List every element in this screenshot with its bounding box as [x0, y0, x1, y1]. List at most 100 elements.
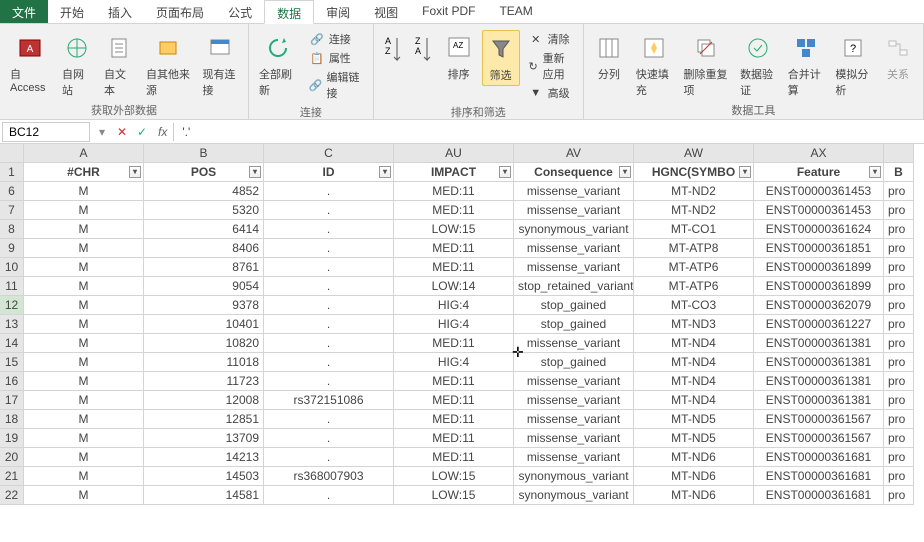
cell[interactable]: M	[24, 448, 144, 467]
cell[interactable]: MED:11	[394, 429, 514, 448]
row-header[interactable]: 22	[0, 486, 24, 505]
cell[interactable]: pro	[884, 201, 914, 220]
from-text-button[interactable]: 自文本	[100, 30, 138, 100]
cell[interactable]: .	[264, 315, 394, 334]
filter-arrow-icon[interactable]: ▾	[249, 166, 261, 178]
cell[interactable]: M	[24, 182, 144, 201]
tab-data[interactable]: 数据	[264, 0, 314, 24]
cell[interactable]: 9378	[144, 296, 264, 315]
col-header[interactable]	[884, 144, 914, 163]
cell[interactable]: .	[264, 486, 394, 505]
tab-file[interactable]: 文件	[0, 0, 48, 23]
tab-team[interactable]: TEAM	[487, 0, 544, 23]
cell[interactable]: ENST00000361453	[754, 201, 884, 220]
cell[interactable]: ENST00000362079	[754, 296, 884, 315]
row-header[interactable]: 11	[0, 277, 24, 296]
cell[interactable]: 14503	[144, 467, 264, 486]
cell[interactable]: ENST00000361851	[754, 239, 884, 258]
cell[interactable]: LOW:15	[394, 467, 514, 486]
row-header[interactable]: 1	[0, 163, 24, 182]
refresh-all-button[interactable]: 全部刷新	[255, 30, 301, 100]
cell[interactable]: MT-ATP8	[634, 239, 754, 258]
text-to-cols-button[interactable]: 分列	[590, 30, 628, 84]
tab-layout[interactable]: 页面布局	[144, 0, 216, 23]
namebox-dropdown[interactable]: ▾	[92, 125, 112, 139]
filter-button[interactable]: 筛选	[482, 30, 520, 86]
cell[interactable]: MED:11	[394, 239, 514, 258]
column-name[interactable]: IMPACT▾	[394, 163, 514, 182]
cell[interactable]: missense_variant	[514, 239, 634, 258]
cell[interactable]: MT-ND2	[634, 201, 754, 220]
cell[interactable]: ENST00000361567	[754, 410, 884, 429]
cell[interactable]: 8406	[144, 239, 264, 258]
cell[interactable]: HIG:4	[394, 315, 514, 334]
row-header[interactable]: 10	[0, 258, 24, 277]
tab-home[interactable]: 开始	[48, 0, 96, 23]
cell[interactable]: .	[264, 334, 394, 353]
cell[interactable]: ENST00000361681	[754, 448, 884, 467]
cell[interactable]: LOW:14	[394, 277, 514, 296]
col-header[interactable]: AX	[754, 144, 884, 163]
cell[interactable]: MT-CO1	[634, 220, 754, 239]
column-name[interactable]: Consequence▾	[514, 163, 634, 182]
existing-conn-button[interactable]: 现有连接	[198, 30, 242, 100]
cell[interactable]: ENST00000361567	[754, 429, 884, 448]
relations-button[interactable]: 关系	[879, 30, 917, 84]
filter-arrow-icon[interactable]: ▾	[129, 166, 141, 178]
cell[interactable]: M	[24, 429, 144, 448]
row-header[interactable]: 17	[0, 391, 24, 410]
cell[interactable]: rs368007903	[264, 467, 394, 486]
cell[interactable]: MED:11	[394, 182, 514, 201]
column-name[interactable]: POS▾	[144, 163, 264, 182]
row-header[interactable]: 9	[0, 239, 24, 258]
column-name[interactable]: HGNC(SYMBO▾	[634, 163, 754, 182]
cell[interactable]: MT-ATP6	[634, 258, 754, 277]
column-name[interactable]: B	[884, 163, 914, 182]
row-header[interactable]: 8	[0, 220, 24, 239]
cell[interactable]: M	[24, 315, 144, 334]
cell[interactable]: pro	[884, 182, 914, 201]
cell[interactable]: .	[264, 277, 394, 296]
cell[interactable]: 11018	[144, 353, 264, 372]
filter-arrow-icon[interactable]: ▾	[379, 166, 391, 178]
cell[interactable]: M	[24, 296, 144, 315]
cell[interactable]: missense_variant	[514, 372, 634, 391]
remove-dup-button[interactable]: 删除重复项	[680, 30, 733, 100]
cell[interactable]: 13709	[144, 429, 264, 448]
cell[interactable]: M	[24, 258, 144, 277]
cell[interactable]: MT-ND4	[634, 372, 754, 391]
edit-links-button[interactable]: 🔗编辑链接	[305, 68, 367, 102]
cell[interactable]: pro	[884, 239, 914, 258]
col-header[interactable]: B	[144, 144, 264, 163]
cell[interactable]: M	[24, 467, 144, 486]
cell[interactable]: pro	[884, 372, 914, 391]
cell[interactable]: MT-ND3	[634, 315, 754, 334]
cell[interactable]: MED:11	[394, 258, 514, 277]
cell[interactable]: missense_variant	[514, 201, 634, 220]
cell[interactable]: 10401	[144, 315, 264, 334]
cell[interactable]: M	[24, 486, 144, 505]
from-other-button[interactable]: 自其他来源	[142, 30, 194, 100]
row-header[interactable]: 16	[0, 372, 24, 391]
cell[interactable]: .	[264, 353, 394, 372]
cell[interactable]: MT-ND6	[634, 467, 754, 486]
cell[interactable]: pro	[884, 467, 914, 486]
cell[interactable]: 14581	[144, 486, 264, 505]
cell[interactable]: 8761	[144, 258, 264, 277]
cell[interactable]: synonymous_variant	[514, 220, 634, 239]
row-header[interactable]: 13	[0, 315, 24, 334]
filter-arrow-icon[interactable]: ▾	[739, 166, 751, 178]
column-name[interactable]: #CHR▾	[24, 163, 144, 182]
cell[interactable]: ENST00000361227	[754, 315, 884, 334]
cell[interactable]: MT-ND2	[634, 182, 754, 201]
cell[interactable]: 10820	[144, 334, 264, 353]
filter-arrow-icon[interactable]: ▾	[499, 166, 511, 178]
cell[interactable]: .	[264, 410, 394, 429]
cell[interactable]: 14213	[144, 448, 264, 467]
row-header[interactable]: 18	[0, 410, 24, 429]
cell[interactable]: MT-ND4	[634, 334, 754, 353]
cell[interactable]: MT-ND4	[634, 353, 754, 372]
row-header[interactable]: 12	[0, 296, 24, 315]
cell[interactable]: M	[24, 353, 144, 372]
select-all-corner[interactable]	[0, 144, 24, 163]
